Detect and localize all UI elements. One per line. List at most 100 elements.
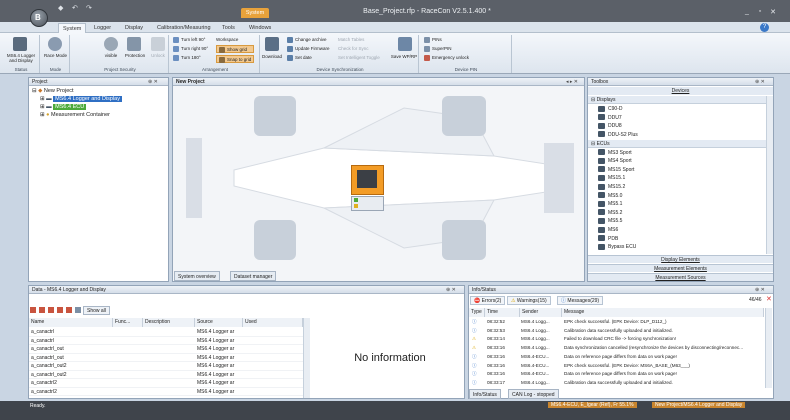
- match-tables-button[interactable]: Match Tables: [338, 36, 364, 44]
- maximize-button[interactable]: ▫: [755, 8, 765, 15]
- race-mode-button[interactable]: Race Mode: [41, 53, 70, 58]
- errors-filter-button[interactable]: ⛔ Errors(2): [470, 296, 506, 305]
- workspace-button[interactable]: Workspace: [216, 36, 238, 44]
- log-row[interactable]: ⚠ 08:33:16 MS6.4 Logg... Data synchronizati…: [469, 344, 764, 353]
- table-row[interactable]: a_canactrl_out MS6.4 Logger ar: [29, 345, 303, 354]
- log-row[interactable]: ⓘ 08:32:53 MS6.4 Logg... Calibration data s…: [469, 327, 764, 336]
- visible-button[interactable]: visible: [99, 53, 123, 58]
- tab-system[interactable]: System: [58, 23, 87, 33]
- tab-display[interactable]: Display: [125, 23, 143, 33]
- set-date-button[interactable]: Set date: [287, 54, 312, 62]
- tab-logger[interactable]: Logger: [94, 23, 111, 33]
- ecus-category[interactable]: ⊟ ECUs: [588, 140, 766, 148]
- update-firmware-button[interactable]: Update Firmware: [287, 45, 330, 53]
- show-all-button[interactable]: Show all: [83, 306, 110, 315]
- column-header-name[interactable]: Name: [29, 318, 113, 327]
- toolbox-item[interactable]: DDU8: [588, 122, 622, 131]
- messages-filter-button[interactable]: ⓘ Messages(29): [557, 296, 604, 305]
- toolbox-item[interactable]: MS5.2: [588, 209, 622, 218]
- undo-icon[interactable]: ↶: [72, 4, 82, 12]
- intelligent-toggle-button[interactable]: Set Intelligent Toggle: [338, 54, 380, 62]
- column-header-time[interactable]: Time: [485, 308, 520, 317]
- accordion-measurement-sources[interactable]: Measurement Sources: [588, 273, 773, 281]
- save-wp-rp-button[interactable]: Save WP/RP: [388, 54, 420, 59]
- log-row[interactable]: ⓘ 08:33:16 MS6.4-ECU... Data on reference p…: [469, 353, 764, 362]
- log-scrollbar[interactable]: [765, 308, 772, 388]
- tree-item-ecu[interactable]: ⊞ ▬ MS6.4 ECU: [40, 103, 87, 111]
- toolbox-item[interactable]: MS5.5: [588, 217, 622, 226]
- project-panel-controls[interactable]: ⊕ ✕: [148, 78, 158, 86]
- tab-calibration-measuring[interactable]: Calibration/Measuring: [157, 23, 211, 33]
- tab-tools[interactable]: Tools: [222, 23, 235, 33]
- close-window-button[interactable]: ✕: [768, 8, 778, 16]
- column-header-description[interactable]: Description: [143, 318, 195, 327]
- filter-icon[interactable]: [30, 307, 36, 313]
- info-status-controls[interactable]: ⊕ ✕: [755, 286, 765, 294]
- download-button[interactable]: Download: [259, 54, 285, 59]
- toolbox-item[interactable]: MS5.0: [588, 192, 622, 201]
- toolbox-item[interactable]: DDU-S2 Plus: [588, 131, 638, 140]
- tab-info-status[interactable]: Info/Status: [469, 389, 501, 399]
- clear-log-icon[interactable]: ✕: [766, 295, 772, 303]
- filter-icon[interactable]: [66, 307, 72, 313]
- unlock-button[interactable]: Unlock: [148, 53, 168, 58]
- show-grid-toggle[interactable]: Show grid: [216, 45, 254, 53]
- toolbox-item[interactable]: DDU7: [588, 114, 622, 123]
- tab-windows[interactable]: Windows: [249, 23, 271, 33]
- canvas-tab-controls[interactable]: ◂ ▸ ✕: [566, 78, 578, 86]
- save-icon[interactable]: ◆: [58, 4, 68, 12]
- snap-to-grid-toggle[interactable]: Snap to grid: [216, 55, 254, 63]
- data-panel-controls[interactable]: ⊕ ✕: [446, 286, 456, 294]
- filter-icon[interactable]: [57, 307, 63, 313]
- device-button[interactable]: MS6.4 Logger and Display: [3, 53, 39, 63]
- table-row[interactable]: a_canactrl MS6.4 Logger ar: [29, 337, 303, 345]
- superpin-button[interactable]: SuperPIN: [424, 45, 452, 53]
- accordion-display-elements[interactable]: Display Elements: [588, 255, 773, 263]
- toolbox-controls[interactable]: ⊕ ✕: [755, 78, 765, 86]
- toolbox-item[interactable]: Bypass ECU: [588, 243, 636, 252]
- tab-dataset-manager[interactable]: Dataset manager: [230, 271, 277, 281]
- warnings-filter-button[interactable]: ⚠ Warnings(15): [507, 296, 551, 305]
- table-row[interactable]: a_canactrl_out2 MS6.4 Logger ar: [29, 371, 303, 379]
- toolbox-item[interactable]: C90-D: [588, 105, 622, 114]
- minimize-button[interactable]: _: [742, 8, 752, 15]
- log-row[interactable]: ⚠ 08:33:14 MS6.4 Logg... Failed to download…: [469, 335, 764, 344]
- turn-left-button[interactable]: Turn left 90°: [173, 36, 205, 44]
- column-header-type[interactable]: Type: [469, 308, 485, 317]
- toolbox-item[interactable]: MS5.1: [588, 200, 622, 209]
- turn-right-button[interactable]: Turn right 90°: [173, 45, 208, 53]
- accordion-measurement-elements[interactable]: Measurement Elements: [588, 264, 773, 272]
- tab-can-log[interactable]: CAN Log - stopped: [508, 389, 559, 399]
- filter-icon[interactable]: [39, 307, 45, 313]
- table-row[interactable]: a_canactrl_out2 MS6.4 Logger ar: [29, 362, 303, 371]
- tab-system-overview[interactable]: System overview: [174, 271, 220, 281]
- toolbox-item[interactable]: PDB: [588, 235, 618, 244]
- column-header-source[interactable]: Source: [195, 318, 243, 327]
- displays-category[interactable]: ⊟ Displays: [588, 96, 766, 104]
- pins-button[interactable]: PINs: [424, 36, 442, 44]
- log-row[interactable]: ⓘ 08:32:52 MS6.4 Logg... EPK check successf…: [469, 318, 764, 327]
- log-row[interactable]: ⓘ 08:33:17 MS6.4 Logg... Calibration data s…: [469, 379, 764, 388]
- canvas-tab[interactable]: New Project: [173, 78, 584, 86]
- check-sync-button[interactable]: Check for Sync: [338, 45, 369, 53]
- toolbox-item[interactable]: MS15 Sport: [588, 166, 634, 175]
- tree-item-measurement-container[interactable]: ⊞ ● Measurement Container: [40, 111, 110, 119]
- column-header-func[interactable]: Func...: [113, 318, 143, 327]
- tree-item-logger-display[interactable]: ⊞ ▬ MS6.4 Logger and Display: [40, 95, 122, 103]
- table-row[interactable]: a_canactrl MS6.4 Logger ar: [29, 328, 303, 337]
- toolbox-item[interactable]: MS15.2: [588, 183, 625, 192]
- filter-icon[interactable]: [75, 307, 81, 313]
- data-table-scrollbar[interactable]: [303, 318, 310, 398]
- toolbox-item[interactable]: MS6: [588, 226, 618, 235]
- column-header-message[interactable]: Message: [562, 308, 764, 317]
- table-row[interactable]: a_canactrl2 MS6.4 Logger ar: [29, 379, 303, 388]
- redo-icon[interactable]: ↷: [86, 4, 96, 12]
- system-context-tab[interactable]: System: [241, 8, 269, 18]
- devices-header[interactable]: Devices: [588, 87, 773, 95]
- column-header-used[interactable]: Used: [243, 318, 303, 327]
- change-archive-button[interactable]: Change archive: [287, 36, 327, 44]
- toolbox-scrollbar[interactable]: [766, 96, 773, 254]
- toolbox-item[interactable]: MS15.1: [588, 174, 625, 183]
- toolbox-item[interactable]: MS3 Sport: [588, 149, 632, 158]
- log-row[interactable]: ⓘ 08:33:16 MS6.4-ECU... Data on reference p…: [469, 370, 764, 379]
